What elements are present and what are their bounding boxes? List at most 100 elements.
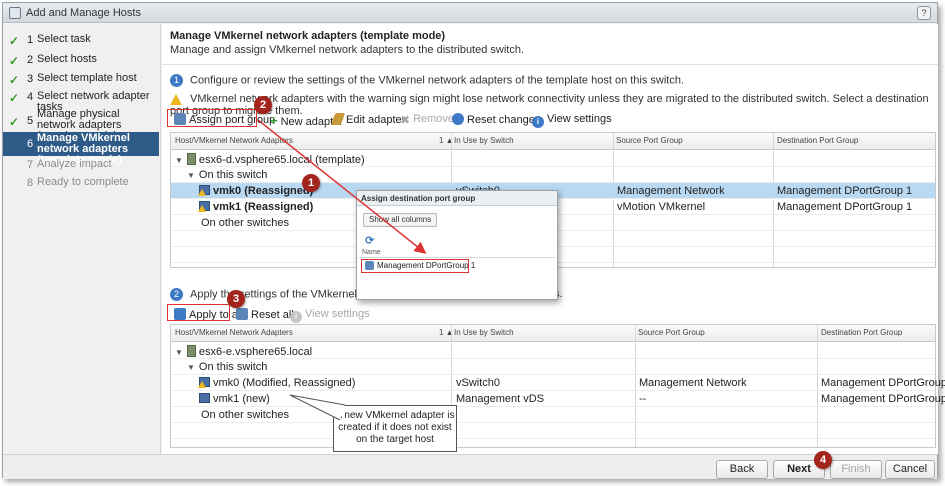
column-header-adapters[interactable]: Host/VMkernel Network Adapters (175, 136, 293, 145)
warning-icon (170, 93, 182, 105)
destination-port-group: Management DPortGroup... (821, 377, 945, 389)
column-header-adapters[interactable]: Host/VMkernel Network Adapters (175, 328, 293, 337)
step-number: 8 (27, 177, 34, 189)
table-row[interactable]: vmk0 (Modified, Reassigned) vSwitch0 Man… (171, 375, 945, 391)
reset-icon (452, 113, 464, 125)
table-row-on-switch[interactable]: ▼ On this switch (171, 167, 935, 183)
host-icon (186, 345, 196, 357)
vmkernel-adapter-icon (199, 393, 210, 403)
step-two-icon: 2 (170, 288, 183, 301)
destination-port-group: Management DPortGroup 1 (777, 185, 913, 197)
step-number: 2 (27, 54, 34, 66)
collapse-arrow-icon[interactable]: ▼ (175, 156, 183, 165)
info-icon: i (532, 116, 544, 128)
reset-changes-button[interactable]: Reset changes (452, 113, 540, 126)
step-number: 4 (27, 91, 34, 103)
source-port-group: Management Network (617, 185, 725, 197)
column-header-destination[interactable]: Destination Port Group (777, 136, 858, 145)
reset-all-icon (236, 308, 248, 320)
source-port-group: -- (639, 393, 647, 405)
table-row-on-switch[interactable]: ▼ On this switch (171, 359, 935, 375)
annotation-badge: 3 (227, 290, 245, 308)
reset-changes-label: Reset changes (467, 114, 541, 126)
annotation-badge: 4 (814, 451, 832, 469)
remove-button[interactable]: ✖ Remove (400, 113, 454, 127)
step-number: 5 (27, 115, 34, 127)
vmkernel-adapter-warning-icon (198, 201, 210, 212)
column-header-in-use[interactable]: In Use by Switch (454, 136, 514, 145)
check-icon: ✓ (9, 115, 20, 129)
wizard-footer: Back Next Finish Cancel (3, 454, 937, 479)
column-header-in-use[interactable]: In Use by Switch (454, 328, 514, 337)
assign-port-group-dialog: Assign destination port group Show all c… (356, 190, 558, 300)
table-row[interactable]: vmk1 (new) Management vDS -- Management … (171, 391, 945, 407)
section1-info-text: Configure or review the settings of the … (190, 74, 685, 87)
table-row-host[interactable]: ▼ esx6-d.vsphere65.local (template) (171, 151, 935, 167)
step-manage-vmkernel-adapters[interactable]: 6 Manage VMkernel network adapters (temp… (3, 132, 159, 166)
step-number: 1 (27, 34, 34, 46)
title-bar: Add and Manage Hosts ? (3, 3, 937, 23)
adapter-name: vmk0 (Modified, Reassigned) (213, 377, 356, 389)
adapter-name: vmk1 (Reassigned) (213, 201, 314, 213)
table-row-other-switches[interactable]: On other switches (171, 407, 935, 423)
in-use-switch: Management vDS (456, 393, 545, 405)
check-icon: ✓ (9, 34, 20, 48)
host-icon (186, 153, 196, 165)
pencil-icon (330, 113, 346, 125)
page-title: Manage VMkernel network adapters (templa… (170, 30, 446, 42)
window-title: Add and Manage Hosts (26, 7, 141, 19)
edit-adapter-label: Edit adapter (346, 114, 406, 126)
edit-adapter-button[interactable]: Edit adapter (330, 113, 406, 126)
cancel-button[interactable]: Cancel (885, 460, 935, 479)
check-icon: ✓ (9, 54, 20, 68)
table-row-host[interactable]: ▼ esx6-e.vsphere65.local (171, 343, 935, 359)
port-group-option[interactable]: Management DPortGroup 1 (361, 259, 475, 273)
dialog-title: Assign destination port group (357, 191, 557, 206)
check-icon: ✓ (9, 91, 20, 105)
host-name: esx6-d.vsphere65.local (template) (198, 154, 365, 166)
target-adapters-table: Host/VMkernel Network Adapters 1 ▲ In Us… (170, 324, 945, 448)
table-row-empty (171, 423, 935, 439)
plus-icon: + (270, 113, 278, 128)
annotation-box-apply (167, 304, 230, 321)
back-button[interactable]: Back (716, 460, 768, 479)
step-number: 7 (27, 159, 34, 171)
group-label: On this switch (198, 361, 268, 373)
step-one-icon: 1 (170, 74, 183, 87)
remove-label: Remove (413, 113, 455, 125)
view-settings-button-2[interactable]: i View settings (290, 308, 370, 323)
finish-button[interactable]: Finish (830, 460, 882, 479)
name-column-header[interactable]: Name (362, 249, 381, 256)
vmkernel-adapter-warning-icon (198, 377, 210, 388)
destination-port-group: Management DPortGroup 1 (777, 201, 913, 213)
column-header-source[interactable]: Source Port Group (638, 328, 705, 337)
column-header-destination[interactable]: Destination Port Group (821, 328, 902, 337)
step-label: Analyze impact (37, 158, 112, 170)
step-label: Select template host (37, 72, 137, 84)
refresh-icon[interactable]: ⟳ (365, 234, 374, 247)
collapse-arrow-icon[interactable]: ▼ (187, 171, 195, 180)
table-header: Host/VMkernel Network Adapters 1 ▲ In Us… (171, 133, 935, 150)
reset-all-label: Reset all (251, 309, 294, 321)
vmkernel-adapter-warning-icon (198, 185, 210, 196)
port-group-option-label: Management DPortGroup 1 (377, 261, 476, 270)
column-header-source[interactable]: Source Port Group (616, 136, 683, 145)
step-number: 6 (27, 138, 34, 150)
reset-all-button[interactable]: Reset all (236, 308, 294, 321)
page-subtitle: Manage and assign VMkernel network adapt… (170, 44, 525, 56)
show-all-columns-button[interactable]: Show all columns (363, 213, 438, 227)
port-group-icon (365, 261, 374, 270)
source-port-group: vMotion VMkernel (617, 201, 706, 213)
check-icon: ✓ (9, 73, 20, 87)
info-icon: i (290, 311, 302, 323)
help-icon[interactable]: ? (917, 6, 931, 20)
collapse-arrow-icon[interactable]: ▼ (187, 363, 195, 372)
collapse-arrow-icon[interactable]: ▼ (175, 348, 183, 357)
section1-info: 1 Configure or review the settings of the… (170, 74, 684, 87)
step-manage-physical-adapters[interactable]: ✓ 5 Manage physical network adapters (te… (3, 109, 159, 142)
step-number: 3 (27, 73, 34, 85)
source-port-group: Management Network (639, 377, 747, 389)
callout-note: A new VMkernel adapter is created if it … (333, 405, 457, 452)
view-settings-button[interactable]: i View settings (532, 113, 612, 128)
table-header: Host/VMkernel Network Adapters 1 ▲ In Us… (171, 325, 935, 342)
